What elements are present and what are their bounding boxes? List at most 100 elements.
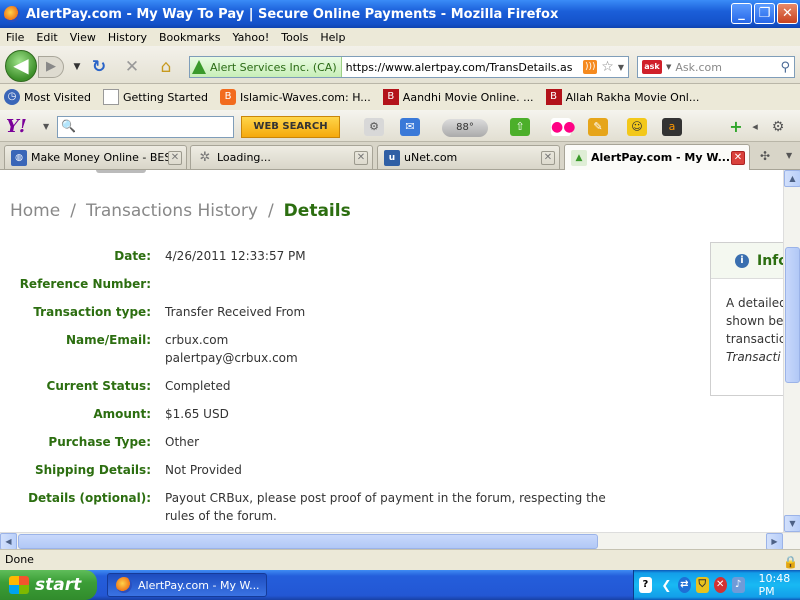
maximize-button[interactable]: ❐ (754, 3, 775, 24)
menu-file[interactable]: File (0, 31, 30, 44)
tab-close-icon[interactable]: ✕ (168, 150, 182, 165)
new-tab-icon[interactable]: ✣ (760, 149, 770, 163)
breadcrumb-transactions-history[interactable]: Transactions History (86, 201, 258, 221)
page-icon (102, 89, 119, 105)
tab-bar: ◍ Make Money Online - BES... ✕ ✲ Loading… (0, 142, 800, 170)
yahoo-logo[interactable]: Y! (6, 116, 27, 137)
bookmark-aandhi-movie[interactable]: B Aandhi Movie Online. ... (379, 89, 534, 105)
taskbar-item-firefox[interactable]: AlertPay.com - My W... (107, 573, 267, 597)
tray-expand-icon[interactable]: ❮ (660, 577, 673, 593)
mail-icon[interactable]: ✉ (400, 118, 420, 136)
scroll-up-icon[interactable]: ▲ (784, 170, 800, 187)
tab-loading[interactable]: ✲ Loading... ✕ (190, 145, 373, 169)
scroll-down-icon[interactable]: ▼ (784, 515, 800, 532)
menu-edit[interactable]: Edit (30, 31, 63, 44)
blogger-icon: B (220, 89, 236, 105)
alert-icon[interactable]: ✕ (713, 577, 727, 593)
purchase-type-value: Other (165, 435, 200, 449)
site-identity-badge[interactable]: Alert Services Inc. (CA) (190, 57, 342, 77)
window-title-bar: AlertPay.com - My Way To Pay | Secure On… (0, 0, 800, 28)
tab-close-icon[interactable]: ✕ (354, 150, 368, 165)
scroll-left-icon[interactable]: ◀ (0, 533, 17, 550)
tab-alertpay[interactable]: ▲ AlertPay.com - My W... ✕ (564, 144, 750, 170)
history-dropdown-icon[interactable]: ▼ (66, 56, 88, 78)
menu-bookmarks[interactable]: Bookmarks (153, 31, 226, 44)
security-lock-icon[interactable]: 🔒 (783, 552, 798, 572)
rss-feed-icon[interactable]: ))) (583, 60, 598, 74)
taskbar: start AlertPay.com - My W... ? ❮ ⇄ ⛉ ✕ ♪… (0, 570, 800, 600)
window-title: AlertPay.com - My Way To Pay | Secure On… (26, 6, 559, 22)
help-icon[interactable]: ? (639, 577, 652, 593)
notepad-icon[interactable]: ✎ (588, 118, 608, 136)
tab-close-icon[interactable]: ✕ (541, 150, 555, 165)
address-bar[interactable]: Alert Services Inc. (CA) https://www.ale… (189, 56, 629, 78)
menu-tools[interactable]: Tools (275, 31, 314, 44)
upload-icon[interactable]: ⇧ (510, 118, 530, 136)
menu-view[interactable]: View (64, 31, 102, 44)
horizontal-scrollbar[interactable]: ◀ ▶ (0, 532, 800, 550)
name-value: crbux.com (165, 333, 229, 347)
security-shield-icon[interactable]: ⛉ (695, 577, 709, 593)
bookmarks-toolbar: ◷ Most Visited Getting Started B Islamic-W… (0, 84, 800, 110)
menu-help[interactable]: Help (314, 31, 351, 44)
tab-make-money[interactable]: ◍ Make Money Online - BES... ✕ (4, 145, 187, 169)
breadcrumb-home[interactable]: Home (10, 201, 60, 221)
speaker-icon[interactable]: ♪ (731, 577, 745, 593)
back-button[interactable]: ◀ (5, 50, 37, 82)
tab-unet[interactable]: u uNet.com ✕ (377, 145, 560, 169)
search-input[interactable]: Ask.com (675, 61, 780, 74)
info-panel: iInfo A detailed shown bel transactic Tr… (710, 242, 783, 396)
most-visited-icon: ◷ (4, 89, 20, 105)
weather-icon[interactable]: 88° (442, 119, 488, 137)
amazon-icon[interactable]: a (662, 118, 682, 136)
horizontal-scroll-thumb[interactable] (18, 534, 598, 549)
bookmark-most-visited[interactable]: ◷ Most Visited (0, 89, 91, 105)
minimize-button[interactable]: _ (731, 3, 752, 24)
details-optional-value-cont: rules of the forum. (165, 509, 277, 523)
tab-close-icon[interactable]: ✕ (731, 150, 745, 165)
amount-value: $1.65 USD (165, 407, 229, 421)
url-dropdown-icon[interactable]: ▼ (618, 63, 624, 72)
info-panel-header: iInfo (711, 243, 783, 279)
bookmark-getting-started[interactable]: Getting Started (99, 89, 208, 105)
transaction-type-label: Transaction type: (33, 305, 151, 319)
toolbar-scroll-left-icon[interactable]: ◂ (745, 118, 765, 136)
add-button-icon[interactable]: + (726, 118, 746, 136)
navigation-toolbar: ▶ ◀ ▼ ↻ ✕ ⌂ Alert Services Inc. (CA) htt… (0, 46, 800, 84)
forward-button[interactable]: ▶ (38, 56, 64, 78)
home-icon[interactable]: ⌂ (155, 56, 177, 78)
vertical-scrollbar[interactable]: ▲ ▼ (783, 170, 800, 532)
bookmark-star-icon[interactable]: ☆ (601, 59, 614, 75)
toolbar-settings-icon[interactable]: ⚙ (768, 118, 788, 136)
breadcrumb-current: Details (283, 201, 351, 221)
vertical-scroll-thumb[interactable] (785, 247, 800, 383)
messenger-icon[interactable]: ☺ (627, 118, 647, 136)
bookmark-allah-rakha-movie[interactable]: B Allah Rakha Movie Onl... (542, 89, 699, 105)
menu-history[interactable]: History (102, 31, 153, 44)
search-icon[interactable]: ⚲ (780, 60, 790, 75)
close-button[interactable]: ✕ (777, 3, 798, 24)
start-button[interactable]: start (0, 570, 97, 600)
scroll-right-icon[interactable]: ▶ (766, 533, 783, 550)
toolbar-tools-icon[interactable]: ⚙ (364, 118, 384, 136)
ask-logo-icon[interactable]: ask (642, 60, 662, 74)
url-text[interactable]: https://www.alertpay.com/TransDetails.as… (342, 61, 572, 74)
flickr-icon[interactable]: ●● (551, 118, 575, 136)
search-engine-dropdown-icon[interactable]: ▼ (666, 63, 671, 71)
yahoo-search-input[interactable]: 🔍 (57, 116, 234, 138)
current-status-value: Completed (165, 379, 231, 393)
network-icon[interactable]: ⇄ (677, 577, 691, 593)
search-box[interactable]: ask ▼ Ask.com ⚲ (637, 56, 795, 78)
breadcrumb: Home / Transactions History / Details (10, 201, 351, 221)
search-icon: 🔍 (61, 119, 76, 133)
web-search-button[interactable]: WEB SEARCH (241, 116, 340, 138)
bookmark-islamic-waves[interactable]: B Islamic-Waves.com: H... (216, 89, 371, 105)
reload-icon[interactable]: ↻ (88, 56, 110, 78)
stop-icon[interactable]: ✕ (121, 56, 143, 78)
clock[interactable]: 10:48 PM (759, 572, 800, 598)
menu-yahoo[interactable]: Yahoo! (226, 31, 275, 44)
tab-list-dropdown-icon[interactable]: ▼ (786, 151, 792, 160)
yahoo-menu-dropdown-icon[interactable]: ▼ (43, 122, 49, 131)
yahoo-toolbar: Y! ▼ 🔍 WEB SEARCH ⚙ ✉ 88° ⇧ ●● ✎ ☺ a + ◂… (0, 110, 800, 142)
purchase-type-label: Purchase Type: (48, 435, 151, 449)
